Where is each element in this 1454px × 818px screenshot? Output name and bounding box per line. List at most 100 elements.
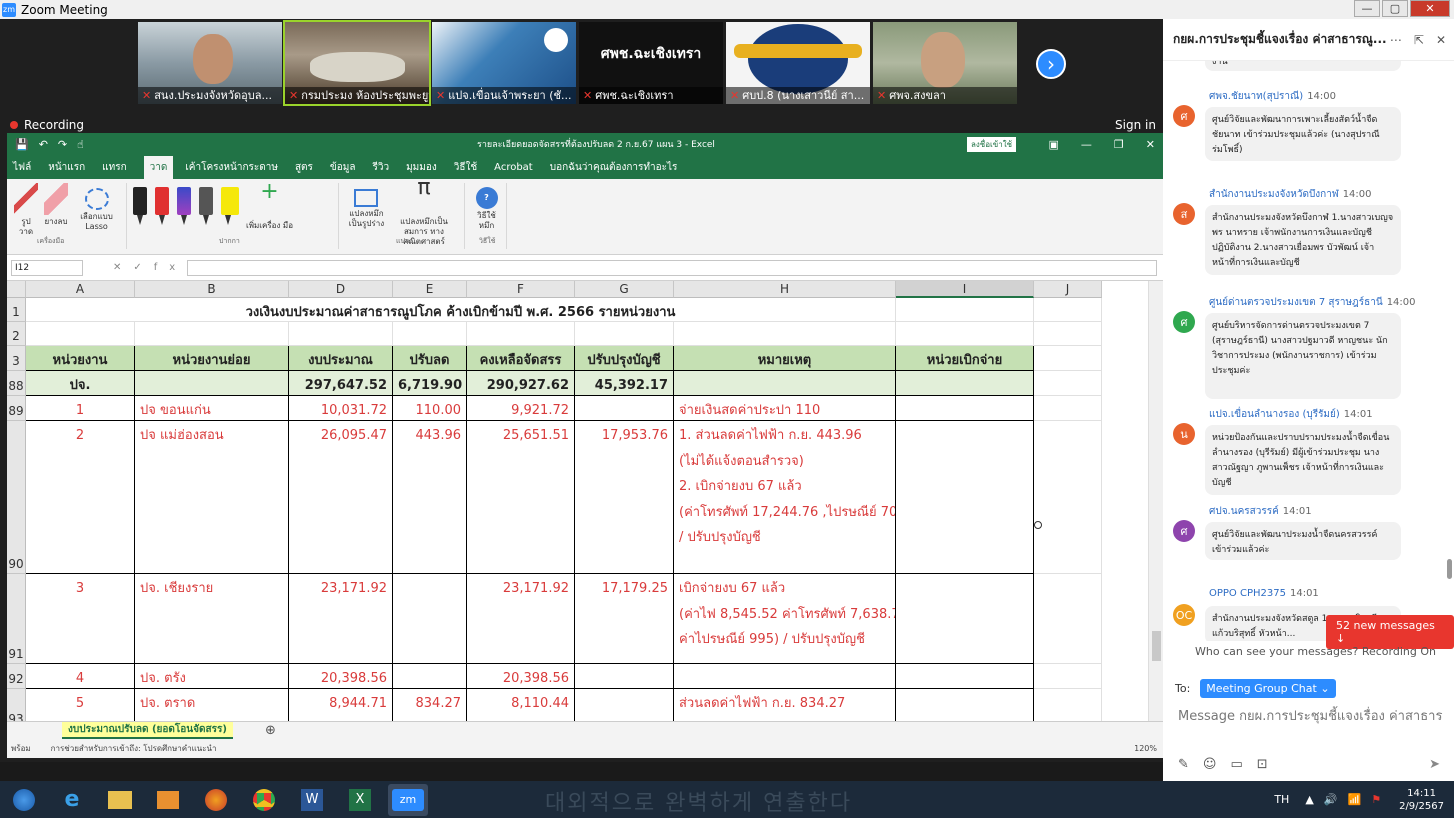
show-hidden-icons-icon[interactable]: ▲ — [1305, 793, 1313, 806]
language-indicator[interactable]: TH — [1274, 793, 1289, 806]
ribbon-tab[interactable]: ไฟล์ — [13, 160, 31, 175]
recipient-dropdown[interactable]: Meeting Group Chat ⌄ — [1200, 679, 1336, 698]
column-title[interactable]: งบประมาณ — [289, 346, 393, 371]
excel-icon[interactable]: X — [340, 784, 380, 816]
redo-icon[interactable]: ↷ — [58, 138, 67, 151]
black-pen-icon[interactable] — [133, 187, 147, 227]
avatar[interactable]: ศ — [1173, 105, 1195, 127]
next-page-arrow-icon[interactable]: › — [1036, 49, 1066, 79]
data-cell[interactable]: ปจ แม่ฮ่องสอน — [135, 421, 289, 574]
excel-close-icon[interactable]: ✕ — [1146, 138, 1155, 151]
message-input[interactable]: Message กยผ.การประชุมชี้แจงเรื่อง ค่าสาธ… — [1178, 705, 1443, 726]
data-cell[interactable] — [575, 396, 674, 421]
ribbon-display-icon[interactable]: ▣ — [1049, 138, 1059, 151]
note-cell[interactable]: 1. ส่วนลดค่าไฟฟ้า ก.ย. 443.96 (ไม่ได้แจ้ง… — [674, 421, 896, 574]
total-cell[interactable]: 6,719.90 — [393, 371, 467, 396]
galaxy-pen-icon[interactable] — [177, 187, 191, 227]
data-cell[interactable]: 17,953.76 — [575, 421, 674, 574]
cell[interactable] — [289, 322, 393, 346]
column-title[interactable]: คงเหลือจัดสรร — [467, 346, 575, 371]
avatar[interactable]: ศ — [1173, 520, 1195, 542]
cell[interactable] — [1034, 371, 1102, 396]
who-can-see-link[interactable]: Who can see your messages? Recording On — [1195, 645, 1436, 658]
data-cell[interactable]: 20,398.56 — [467, 664, 575, 689]
more-options-icon[interactable]: ⋯ — [1390, 33, 1402, 47]
total-cell[interactable] — [674, 371, 896, 396]
data-cell[interactable]: ปจ ขอนแก่น — [135, 396, 289, 421]
emoji-icon[interactable]: ☺ — [1203, 757, 1217, 772]
total-cell[interactable]: ปจ. — [26, 371, 135, 396]
data-cell[interactable]: ปจ. ตราด — [135, 689, 289, 721]
column-title[interactable]: หน่วยงานย่อย — [135, 346, 289, 371]
select-all-corner[interactable] — [7, 281, 26, 298]
cell[interactable] — [896, 396, 1034, 421]
ribbon-tab[interactable]: วาด — [143, 155, 174, 179]
ink-to-shape-button[interactable]: แปลงหมึก เป็นรูปร่าง — [348, 183, 385, 229]
participant-tile[interactable]: ✕ ศพจ.สงขลา — [873, 22, 1017, 104]
format-icon[interactable]: ✎ — [1178, 757, 1189, 772]
touch-mode-icon[interactable]: ☝ — [77, 138, 84, 151]
new-messages-button[interactable]: 52 new messages ↓ — [1326, 615, 1454, 649]
total-cell[interactable]: 290,927.62 — [467, 371, 575, 396]
data-cell[interactable]: ปจ. เชียงราย — [135, 574, 289, 664]
add-pen-button[interactable]: + เพิ่มเครื่อง มือ — [246, 181, 293, 231]
word-icon[interactable]: W — [292, 784, 332, 816]
ribbon-tab[interactable]: สูตร — [295, 160, 313, 175]
participant-tile[interactable]: ศพช.ฉะเชิงเทรา ✕ ศพช.ฉะเชิงเทรา — [579, 22, 723, 104]
data-cell[interactable]: 10,031.72 — [289, 396, 393, 421]
ribbon-tab[interactable]: วิธีใช้ — [454, 160, 477, 175]
ribbon-tab[interactable]: หน้าแรก — [48, 160, 85, 175]
cell[interactable] — [896, 664, 1034, 689]
maximize-button[interactable]: ▢ — [1382, 0, 1408, 17]
data-cell[interactable]: 4 — [26, 664, 135, 689]
column-title[interactable]: ปรับลด — [393, 346, 467, 371]
data-cell[interactable]: 8,110.44 — [467, 689, 575, 721]
eraser-button[interactable]: ยางลบ — [44, 183, 68, 227]
cell[interactable] — [896, 574, 1034, 664]
row-header[interactable]: 91 — [7, 574, 26, 664]
ribbon-tab[interactable]: บอกฉันว่าคุณต้องการทำอะไร — [550, 160, 678, 175]
participant-tile[interactable]: ✕ ศบป.8 (นางเสาวนีย์ สา... — [726, 22, 870, 104]
ribbon-tab[interactable]: Acrobat — [494, 162, 533, 173]
data-cell[interactable]: 23,171.92 — [289, 574, 393, 664]
cell[interactable] — [1034, 689, 1102, 721]
data-cell[interactable]: 2 — [26, 421, 135, 574]
data-cell[interactable]: 443.96 — [393, 421, 467, 574]
action-center-icon[interactable]: ⚑ — [1371, 793, 1381, 806]
column-header[interactable]: D — [289, 281, 393, 298]
ribbon-tab[interactable]: รีวิว — [372, 160, 389, 175]
column-title[interactable]: หน่วยเบิกจ่าย — [896, 346, 1034, 371]
cell[interactable] — [393, 322, 467, 346]
send-icon[interactable]: ➤ — [1429, 757, 1440, 772]
zoom-taskbar-icon[interactable]: zm — [388, 783, 428, 816]
row-header[interactable]: 92 — [7, 664, 26, 689]
avatar[interactable]: น — [1173, 423, 1195, 445]
row-header[interactable]: 89 — [7, 396, 26, 421]
internet-explorer-icon[interactable]: e — [52, 784, 92, 816]
data-cell[interactable]: 20,398.56 — [289, 664, 393, 689]
close-button[interactable]: ✕ — [1410, 0, 1450, 17]
data-cell[interactable]: 834.27 — [393, 689, 467, 721]
cell[interactable] — [896, 689, 1034, 721]
data-cell[interactable]: 1 — [26, 396, 135, 421]
row-header[interactable]: 3 — [7, 346, 26, 371]
column-header[interactable]: H — [674, 281, 896, 298]
ribbon-tab[interactable]: แทรก — [102, 160, 126, 175]
cell[interactable] — [26, 322, 135, 346]
cell[interactable] — [896, 421, 1034, 574]
name-box[interactable]: I12 — [11, 259, 83, 276]
data-cell[interactable] — [575, 664, 674, 689]
spreadsheet-grid[interactable]: A B D E F G H I J 1 2 3 88 89 90 91 92 93 วงเงินงบประมาณค่… — [7, 281, 1148, 721]
cell[interactable] — [1034, 574, 1102, 664]
network-icon[interactable]: 📶 — [1348, 793, 1362, 806]
cell[interactable] — [1034, 346, 1102, 371]
data-cell[interactable]: 23,171.92 — [467, 574, 575, 664]
total-cell[interactable]: 45,392.17 — [575, 371, 674, 396]
column-header[interactable]: B — [135, 281, 289, 298]
ribbon-tab[interactable]: ข้อมูล — [330, 160, 356, 175]
sheet-title[interactable]: วงเงินงบประมาณค่าสาธารณูปโภค ค้างเบิกข้า… — [26, 298, 896, 322]
row-header[interactable]: 88 — [7, 371, 26, 396]
formula-input[interactable] — [187, 260, 1157, 276]
data-cell[interactable]: ปจ. ตรัง — [135, 664, 289, 689]
data-cell[interactable]: 17,179.25 — [575, 574, 674, 664]
